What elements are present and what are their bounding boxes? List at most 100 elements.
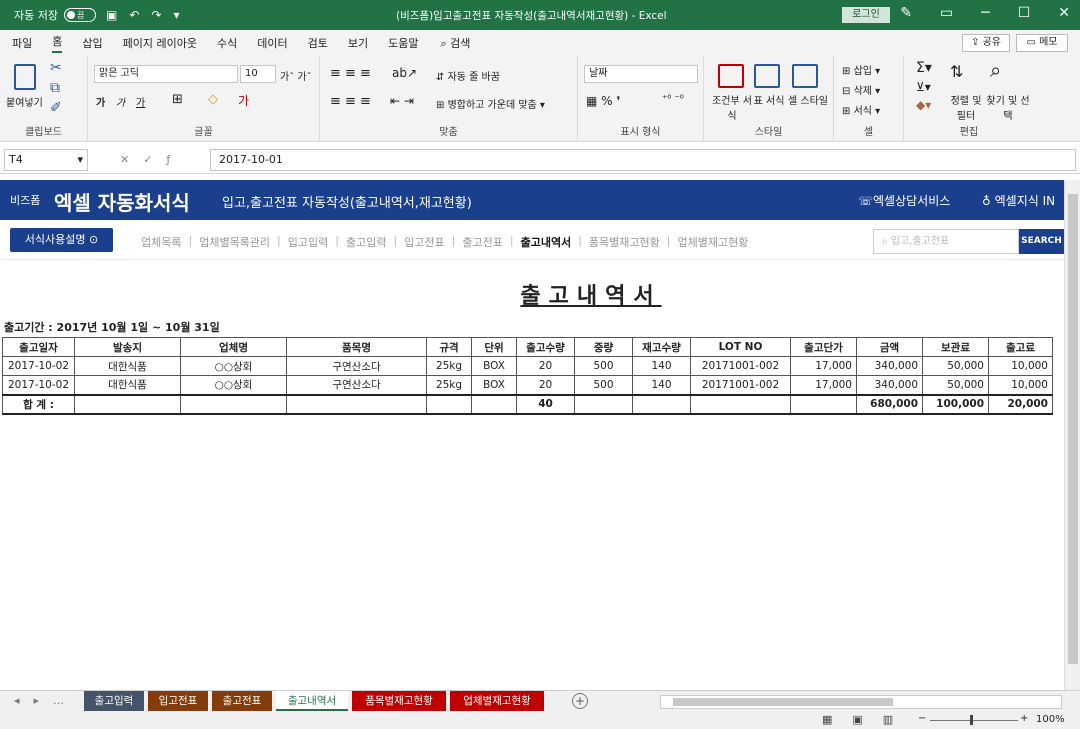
table-cell[interactable] [790,393,857,415]
table-cell[interactable]: 2017-10-02 [2,375,75,395]
formula-icons[interactable]: ✕✓ƒ [120,153,184,166]
sheet-tab-shipping-history[interactable]: 출고내역서 [276,691,348,711]
format-cells-button[interactable]: ⊞ 서식 ▾ [842,102,880,117]
nav-link-item-stock[interactable]: 품목별재고현황 [589,234,660,250]
table-cell[interactable]: 140 [632,375,691,395]
column-header[interactable]: 발송지 [74,337,181,357]
column-header[interactable]: 업체명 [180,337,287,357]
conditional-format-icon[interactable] [718,64,744,88]
add-sheet-icon[interactable]: + [572,693,588,709]
table-cell[interactable]: 17,000 [790,375,857,395]
search-button[interactable]: SEARCH [1019,229,1064,254]
total-amount[interactable]: 680,000 [856,393,923,415]
format-painter-icon[interactable]: ✐ [50,100,62,116]
table-cell[interactable]: 500 [574,356,633,376]
ribbon-display-icon[interactable]: ▭ [940,5,953,21]
table-cell[interactable]: 20 [516,356,575,376]
delete-cells-button[interactable]: ⊟ 삭제 ▾ [842,82,880,97]
merge-center-button[interactable]: ⊞ 병합하고 가운데 맞춤 ▾ [436,96,545,111]
column-header[interactable]: 보관료 [922,337,989,357]
table-cell[interactable]: 140 [632,356,691,376]
table-cell[interactable] [286,393,427,415]
sheet-tab-receiving-slip[interactable]: 입고전표 [148,691,208,711]
autosum-icon[interactable]: Σ▾ [916,60,932,76]
table-cell[interactable]: 20 [516,375,575,395]
table-cell[interactable]: 50,000 [922,356,989,376]
table-cell[interactable] [690,393,791,415]
table-cell[interactable]: 340,000 [856,375,923,395]
currency-percent-icons[interactable]: ▦ % ❜ [586,94,620,108]
vertical-scrollbar[interactable] [1064,180,1080,690]
sheet-tab-shipping-slip[interactable]: 출고전표 [212,691,272,711]
orientation-icon[interactable]: ab↗ [392,66,417,80]
table-cell[interactable]: 25kg [426,356,472,376]
table-cell[interactable]: 구연산소다 [286,356,427,376]
zoom-in-icon[interactable]: + [1020,713,1028,724]
view-mode-icons[interactable]: ▦▣▥ [822,713,913,726]
column-header[interactable]: 출고단가 [790,337,857,357]
horizontal-scrollbar[interactable] [660,695,1062,709]
table-cell[interactable] [471,393,517,415]
format-table-icon[interactable] [754,64,780,88]
column-header[interactable]: 중량 [574,337,633,357]
nav-link-vendor-list[interactable]: 업체목록 [141,234,181,250]
close-icon[interactable]: ✕ [1058,5,1070,21]
sheet-tab-shipping-input[interactable]: 출고입력 [84,691,144,711]
nav-link-receiving-input[interactable]: 입고입력 [288,234,328,250]
menu-data[interactable]: 데이터 [257,35,287,51]
table-cell[interactable]: 10,000 [988,375,1053,395]
table-cell[interactable] [632,393,691,415]
total-storage[interactable]: 100,000 [922,393,989,415]
minimize-icon[interactable]: ─ [981,5,989,21]
table-cell[interactable] [574,393,633,415]
menu-review[interactable]: 검토 [308,35,328,51]
sheet-nav-arrows[interactable]: ◂▸… [14,694,78,707]
column-header[interactable]: 출고일자 [2,337,75,357]
italic-icon[interactable]: 가 [116,94,125,109]
customize-icon[interactable]: ▾ [173,8,179,22]
nav-link-shipping-input[interactable]: 출고입력 [346,234,386,250]
zoom-slider-knob[interactable] [970,715,973,725]
font-size-select[interactable]: 10 [240,65,276,83]
column-header[interactable]: 재고수량 [632,337,691,357]
menu-home[interactable]: 홈 [52,33,63,53]
sheet-tab-item-stock[interactable]: 품목별재고현황 [352,691,446,711]
font-name-select[interactable]: 맑은 고딕 [94,65,238,83]
menu-insert[interactable]: 삽입 [82,35,102,51]
guide-button[interactable]: 서식사용설명 ⊙ [10,228,113,252]
insert-cells-button[interactable]: ⊞ 삽입 ▾ [842,62,880,77]
table-cell[interactable]: BOX [471,356,517,376]
column-header[interactable]: 단위 [471,337,517,357]
hscroll-thumb[interactable] [673,698,893,706]
table-cell[interactable] [426,393,472,415]
column-header[interactable]: 규격 [426,337,472,357]
table-cell[interactable]: 10,000 [988,356,1053,376]
table-cell[interactable]: BOX [471,375,517,395]
table-cell[interactable]: 대한식품 [74,356,181,376]
table-cell[interactable]: 25kg [426,375,472,395]
nav-link-shipping-slip[interactable]: 출고전표 [462,234,502,250]
nav-link-vendor-stock[interactable]: 업체별재고현황 [677,234,748,250]
nav-link-vendor-manage[interactable]: 업체별목록관리 [199,234,270,250]
fill-color-icon[interactable]: ◇ [208,92,218,107]
find-select-icon[interactable]: ⌕ [990,58,1001,82]
underline-icon[interactable]: 가 [136,94,145,109]
undo-icon[interactable]: ↶ [129,8,139,22]
consult-service-link[interactable]: ☏엑셀상담서비스 [858,192,950,209]
cut-icon[interactable]: ✂ [50,60,62,76]
number-format-select[interactable]: 날짜 [584,65,698,83]
menu-formulas[interactable]: 수식 [217,35,237,51]
nav-link-receiving-slip[interactable]: 입고전표 [404,234,444,250]
scroll-thumb[interactable] [1068,194,1078,664]
indent-icons[interactable]: ⇤ ⇥ [390,94,414,108]
total-label[interactable]: 합 계 : [2,393,75,415]
share-button[interactable]: ⇪ 공유 [962,34,1010,52]
site-search-input[interactable]: ⌕ 입고,출고전표 [873,229,1019,254]
maximize-icon[interactable]: ☐ [1018,5,1031,21]
table-cell[interactable]: ○○상회 [180,356,287,376]
zoom-slider[interactable] [930,720,1018,721]
column-header[interactable]: LOT NO [690,337,791,357]
total-fee[interactable]: 20,000 [988,393,1053,415]
redo-icon[interactable]: ↷ [151,8,161,22]
font-color-icon[interactable]: 가 [238,92,249,109]
